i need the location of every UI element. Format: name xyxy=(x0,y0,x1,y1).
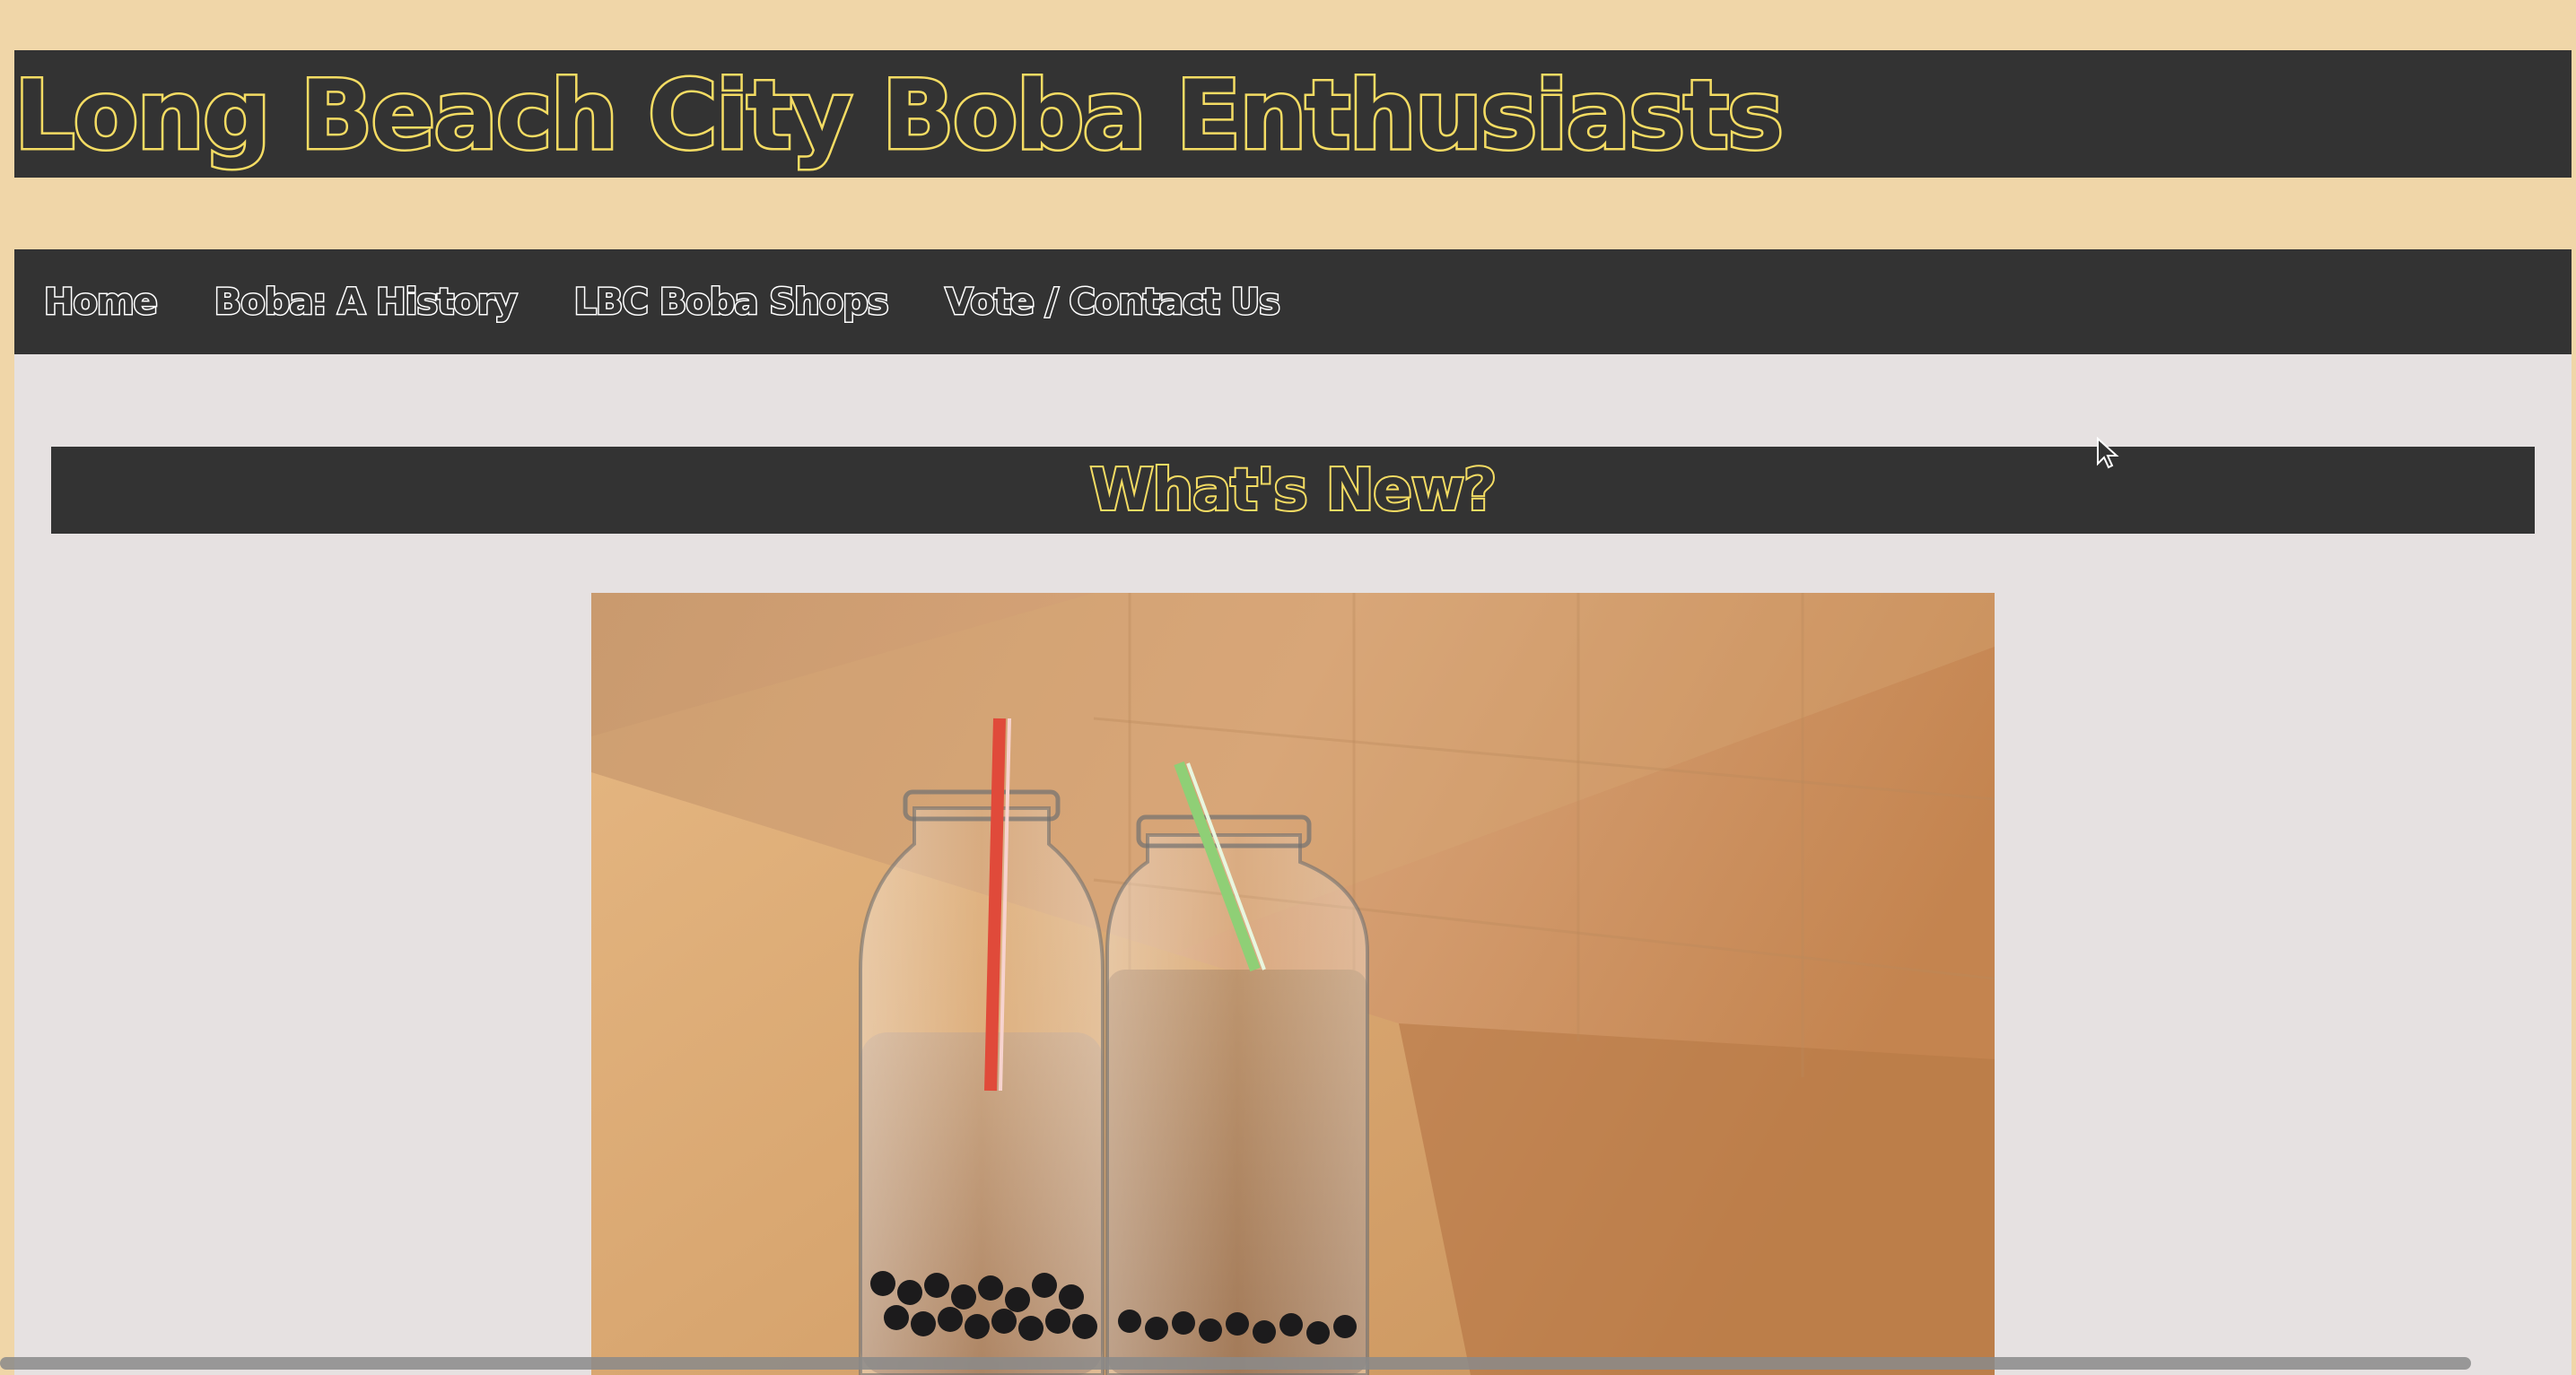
nav-item-lbc-boba-shops[interactable]: LBC Boba Shops xyxy=(572,280,890,324)
main-nav: Home Boba: A History LBC Boba Shops Vote… xyxy=(14,249,2572,354)
section-title: What's New? xyxy=(1088,456,1498,526)
section-header: What's New? xyxy=(51,447,2535,534)
nav-item-home[interactable]: Home xyxy=(43,280,160,324)
boba-drinks-photo xyxy=(591,593,1995,1375)
nav-item-vote-contact[interactable]: Vote / Contact Us xyxy=(944,280,1281,324)
page: Long Beach City Boba Enthusiasts Home Bo… xyxy=(0,0,2576,1375)
main-content: What's New? xyxy=(14,354,2572,1375)
site-title: Long Beach City Boba Enthusiasts xyxy=(12,58,1786,173)
nav-item-boba-history[interactable]: Boba: A History xyxy=(213,280,519,324)
horizontal-scrollbar[interactable] xyxy=(0,1357,2471,1370)
mouse-cursor-icon xyxy=(2096,436,2119,469)
